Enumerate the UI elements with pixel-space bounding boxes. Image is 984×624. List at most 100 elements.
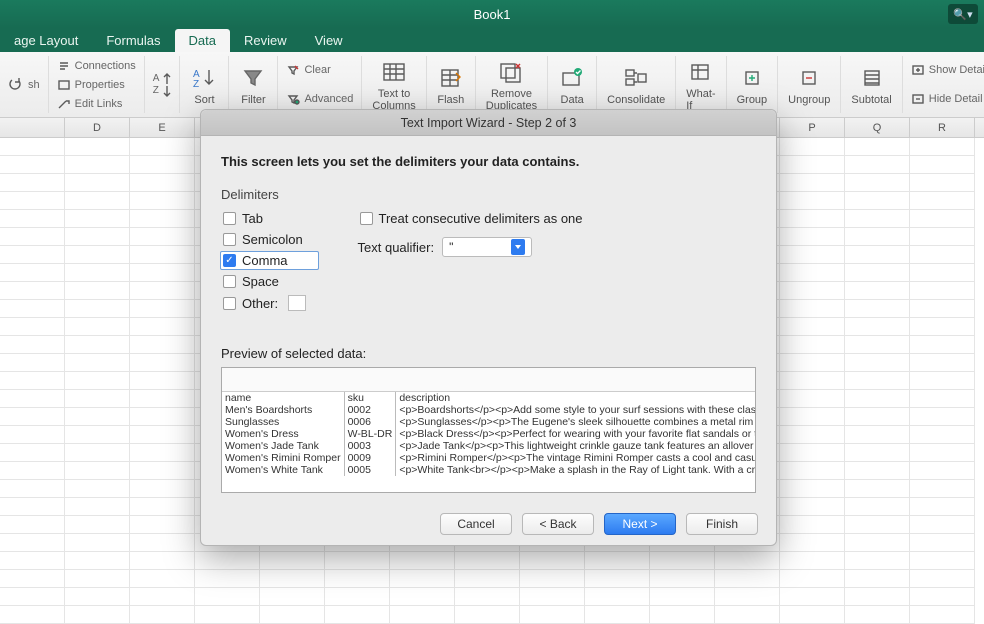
cell[interactable]: [130, 570, 195, 588]
cell[interactable]: [130, 318, 195, 336]
cell[interactable]: [65, 570, 130, 588]
cell[interactable]: [0, 354, 65, 372]
cell[interactable]: [845, 318, 910, 336]
cell[interactable]: [780, 570, 845, 588]
cell[interactable]: [0, 300, 65, 318]
cell[interactable]: [65, 588, 130, 606]
cell[interactable]: [910, 192, 975, 210]
tab-view[interactable]: View: [301, 29, 357, 52]
cell[interactable]: [780, 354, 845, 372]
cell[interactable]: [195, 552, 260, 570]
cell[interactable]: [585, 570, 650, 588]
cell[interactable]: [130, 372, 195, 390]
cell[interactable]: [260, 570, 325, 588]
advanced-button[interactable]: Advanced: [286, 93, 353, 105]
text-to-columns-button[interactable]: Text to Columns: [362, 56, 426, 113]
cell[interactable]: [845, 264, 910, 282]
cell[interactable]: [195, 570, 260, 588]
cell[interactable]: [910, 354, 975, 372]
cell[interactable]: [845, 246, 910, 264]
cell[interactable]: [130, 516, 195, 534]
column-header[interactable]: E: [130, 118, 195, 137]
sort-button[interactable]: AZ Sort: [180, 56, 229, 113]
cell[interactable]: [780, 552, 845, 570]
cell[interactable]: [780, 228, 845, 246]
cancel-button[interactable]: Cancel: [440, 513, 512, 535]
cell[interactable]: [390, 606, 455, 624]
cell[interactable]: [910, 210, 975, 228]
cell[interactable]: [260, 606, 325, 624]
cell[interactable]: [65, 210, 130, 228]
cell[interactable]: [0, 588, 65, 606]
cell[interactable]: [910, 372, 975, 390]
cell[interactable]: [0, 534, 65, 552]
cell[interactable]: [260, 552, 325, 570]
cell[interactable]: [910, 408, 975, 426]
cell[interactable]: [65, 300, 130, 318]
cell[interactable]: [845, 390, 910, 408]
tab-formulas[interactable]: Formulas: [92, 29, 174, 52]
cell[interactable]: [325, 588, 390, 606]
cell[interactable]: [650, 606, 715, 624]
cell[interactable]: [845, 336, 910, 354]
cell[interactable]: [910, 246, 975, 264]
cell[interactable]: [130, 174, 195, 192]
cell[interactable]: [780, 516, 845, 534]
cell[interactable]: [845, 210, 910, 228]
cell[interactable]: [910, 264, 975, 282]
finish-button[interactable]: Finish: [686, 513, 758, 535]
cell[interactable]: [65, 480, 130, 498]
other-delimiter-input[interactable]: [288, 295, 306, 311]
cell[interactable]: [0, 408, 65, 426]
cell[interactable]: [0, 192, 65, 210]
cell[interactable]: [910, 480, 975, 498]
cell[interactable]: [780, 534, 845, 552]
column-header[interactable]: Q: [845, 118, 910, 137]
cell[interactable]: [845, 534, 910, 552]
cell[interactable]: [0, 246, 65, 264]
cell[interactable]: [845, 552, 910, 570]
cell[interactable]: [65, 444, 130, 462]
cell[interactable]: [845, 516, 910, 534]
cell[interactable]: [65, 354, 130, 372]
cell[interactable]: [780, 264, 845, 282]
cell[interactable]: [0, 228, 65, 246]
cell[interactable]: [260, 588, 325, 606]
cell[interactable]: [910, 570, 975, 588]
cell[interactable]: [780, 336, 845, 354]
cell[interactable]: [845, 606, 910, 624]
cell[interactable]: [520, 570, 585, 588]
cell[interactable]: [585, 606, 650, 624]
cell[interactable]: [910, 156, 975, 174]
cell[interactable]: [0, 156, 65, 174]
tab-review[interactable]: Review: [230, 29, 301, 52]
cell[interactable]: [0, 390, 65, 408]
cell[interactable]: [845, 444, 910, 462]
cell[interactable]: [130, 480, 195, 498]
cell[interactable]: [845, 156, 910, 174]
filter-button[interactable]: Filter: [229, 56, 278, 113]
cell[interactable]: [130, 444, 195, 462]
cell[interactable]: [0, 606, 65, 624]
checkbox-treat-consecutive[interactable]: Treat consecutive delimiters as one: [358, 210, 585, 227]
cell[interactable]: [65, 228, 130, 246]
cell[interactable]: [65, 462, 130, 480]
cell[interactable]: [390, 570, 455, 588]
cell[interactable]: [65, 516, 130, 534]
cell[interactable]: [780, 462, 845, 480]
cell[interactable]: [65, 390, 130, 408]
tab-data[interactable]: Data: [175, 29, 230, 52]
cell[interactable]: [130, 552, 195, 570]
hide-detail-button[interactable]: Hide Detail: [911, 93, 984, 105]
cell[interactable]: [65, 552, 130, 570]
cell[interactable]: [845, 408, 910, 426]
cell[interactable]: [780, 138, 845, 156]
cell[interactable]: [0, 552, 65, 570]
cell[interactable]: [910, 444, 975, 462]
cell[interactable]: [0, 480, 65, 498]
cell[interactable]: [715, 606, 780, 624]
cell[interactable]: [130, 282, 195, 300]
cell[interactable]: [130, 462, 195, 480]
column-header[interactable]: [0, 118, 65, 137]
cell[interactable]: [845, 480, 910, 498]
